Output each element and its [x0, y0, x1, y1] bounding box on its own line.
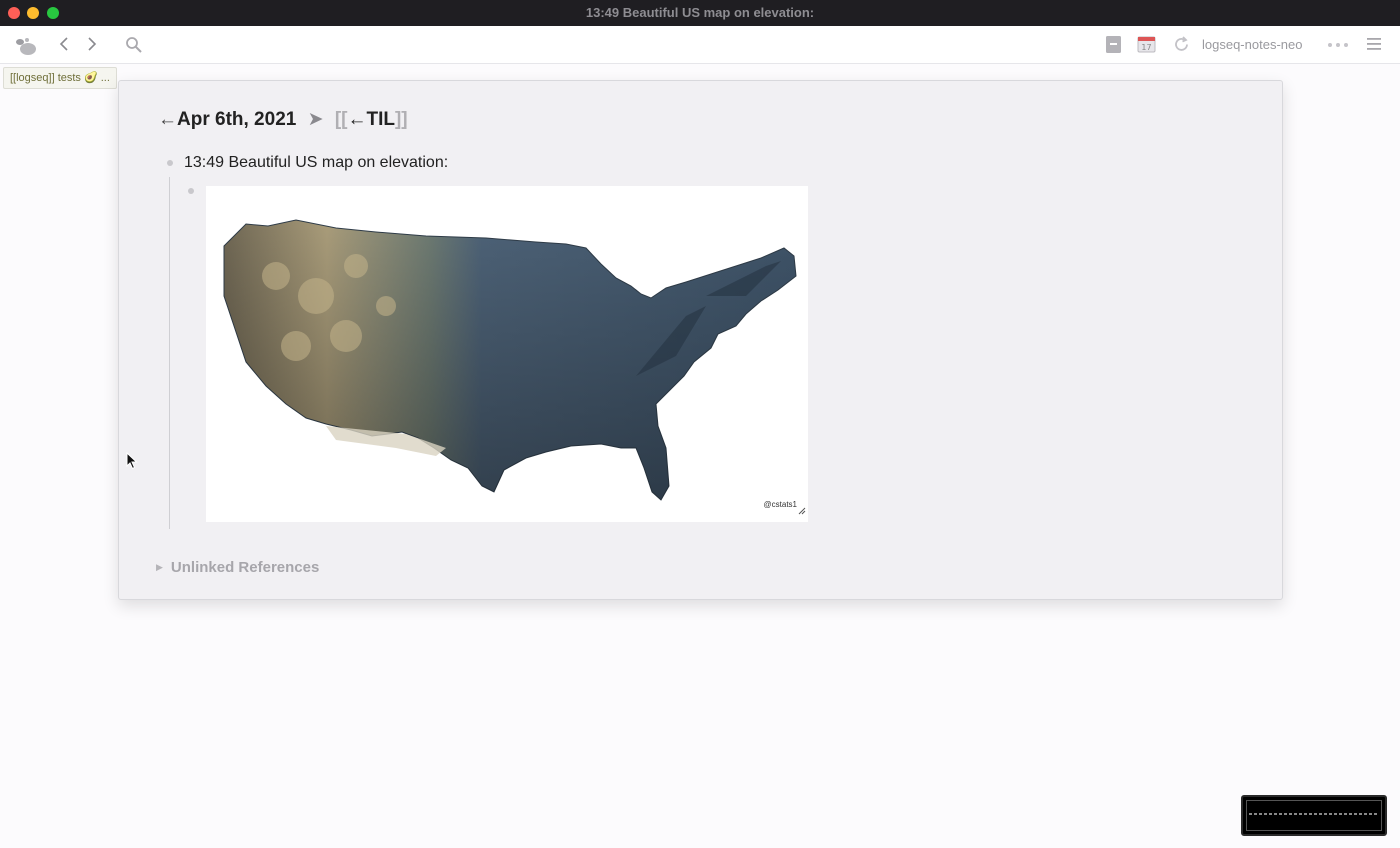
- calendar-icon[interactable]: 17: [1137, 35, 1156, 53]
- child-block-bullet[interactable]: [188, 188, 194, 194]
- link-bracket-open: [[: [334, 109, 348, 130]
- forward-icon[interactable]: [86, 36, 98, 52]
- mini-preview-content: [1249, 813, 1379, 815]
- block-children-guide: [169, 177, 170, 529]
- search-icon[interactable]: [125, 36, 143, 54]
- window-title: 13:49 Beautiful US map on elevation:: [585, 5, 815, 20]
- window-titlebar: 13:49 Beautiful US map on elevation:: [0, 0, 1400, 26]
- resize-handle-icon[interactable]: [798, 502, 806, 520]
- block-bullet[interactable]: [167, 160, 173, 166]
- left-arrow-label: ←: [158, 109, 177, 130]
- page-header: ←Apr 6th, 2021 ➤ [[←TIL]]: [158, 108, 408, 131]
- back-icon[interactable]: [58, 36, 70, 52]
- arrow-separator-icon: ➤: [307, 109, 324, 130]
- us-map-illustration: [223, 219, 797, 501]
- image-credit: @cstats1: [763, 500, 797, 509]
- logseq-logo-icon[interactable]: [14, 35, 38, 57]
- menu-icon[interactable]: [1366, 37, 1382, 51]
- svg-text:17: 17: [1141, 43, 1151, 52]
- disclosure-triangle-icon: ▶: [156, 562, 163, 572]
- mini-preview-frame: [1246, 800, 1382, 831]
- til-page-link[interactable]: ←TIL: [347, 109, 395, 130]
- unlinked-references-label: Unlinked References: [170, 559, 320, 576]
- archive-icon[interactable]: [1105, 35, 1122, 54]
- page-tab[interactable]: [[logseq]] tests 🥑 ...: [3, 67, 117, 89]
- mouse-cursor-icon: [126, 451, 138, 475]
- unlinked-references-toggle[interactable]: ▶ Unlinked References: [156, 559, 319, 576]
- block-content[interactable]: 13:49 Beautiful US map on elevation:: [184, 154, 448, 172]
- more-icon[interactable]: [1327, 42, 1349, 48]
- journal-page-card: ←Apr 6th, 2021 ➤ [[←TIL]] 13:49 Beautifu…: [118, 80, 1283, 600]
- link-bracket-close: ]]: [394, 109, 408, 130]
- app-toolbar: 17 logseq-notes-neo: [0, 26, 1400, 64]
- mini-preview-window[interactable]: [1241, 795, 1387, 836]
- sync-icon[interactable]: [1172, 35, 1191, 54]
- us-elevation-map-image[interactable]: @cstats1: [206, 186, 808, 522]
- journal-date-title[interactable]: Apr 6th, 2021: [177, 109, 296, 130]
- repo-name-label[interactable]: logseq-notes-neo: [1202, 37, 1302, 52]
